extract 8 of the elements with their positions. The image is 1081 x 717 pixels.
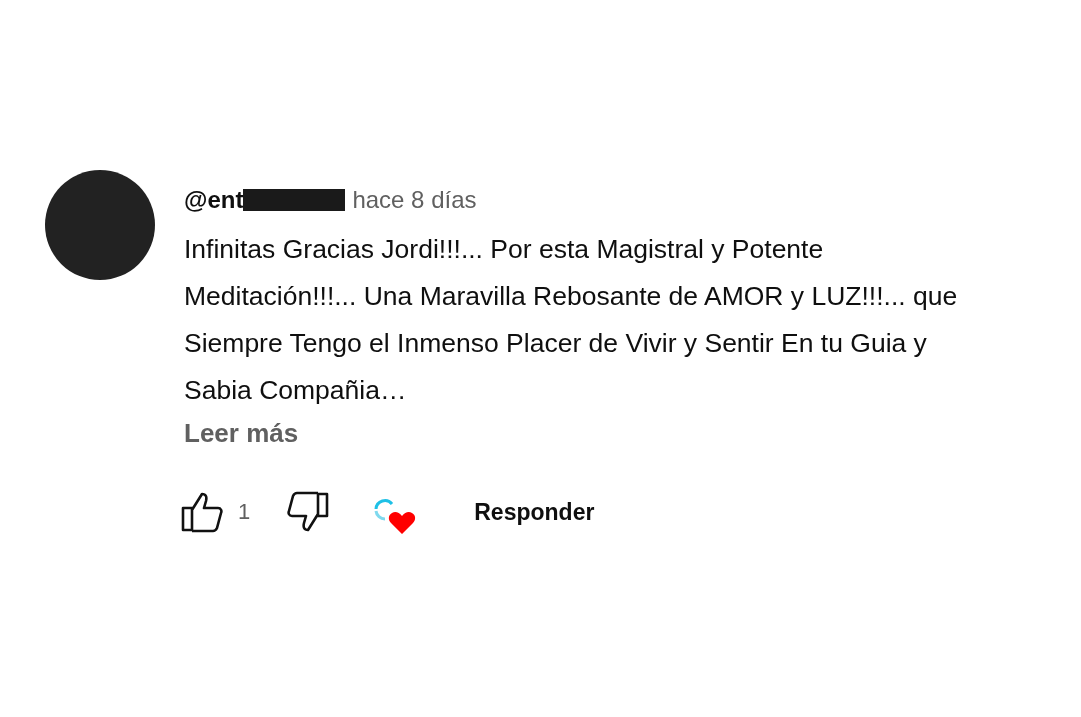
comment-text: Infinitas Gracias Jordi!!!... Por esta Magistral y Potente Meditación!!!... Una Maravilla Rebosante de AMOR y LUZ!!!... que Siempre Tengo el Inmenso Placer de Vivir y Sentir En tu Guia y Sabia Compañia… (184, 233, 959, 407)
author-name[interactable]: @ent (184, 186, 244, 214)
thumbs-up-icon[interactable] (180, 491, 224, 533)
read-more-link[interactable]: Leer más (184, 418, 299, 449)
thumbs-down-icon[interactable] (286, 491, 331, 533)
like-count: 1 (238, 499, 251, 525)
comment-time[interactable]: hace 8 días (352, 186, 477, 214)
reply-button[interactable]: Responder (474, 498, 595, 526)
